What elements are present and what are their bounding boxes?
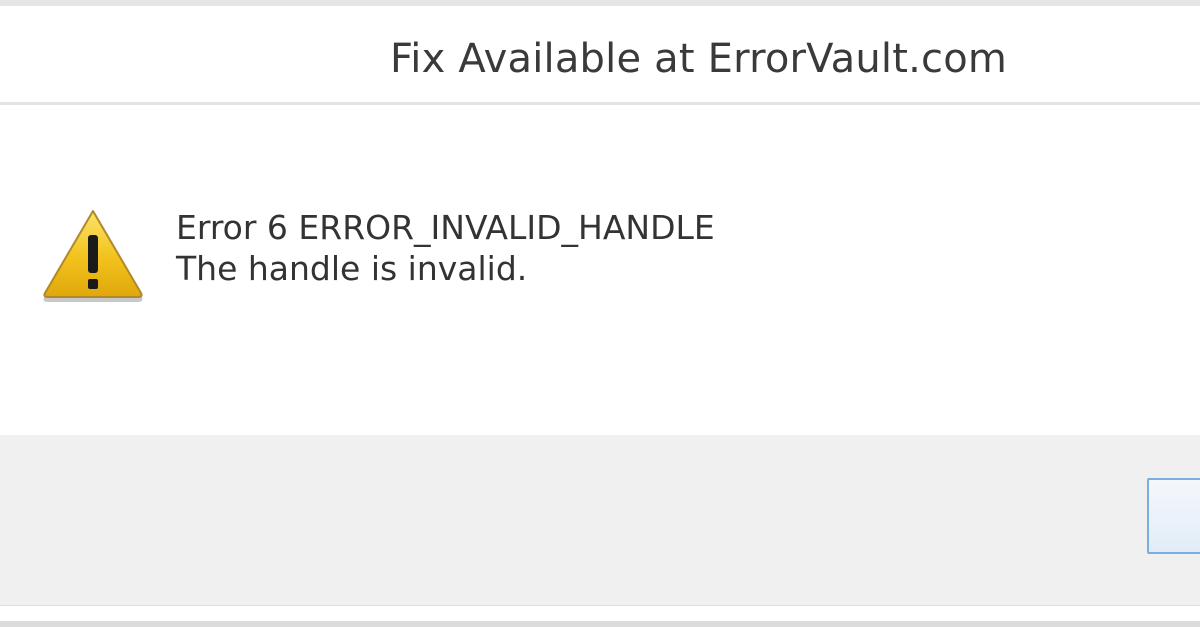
title-bar[interactable]: Fix Available at ErrorVault.com bbox=[0, 6, 1200, 105]
error-code-line: Error 6 ERROR_INVALID_HANDLE bbox=[176, 208, 715, 247]
window-bottom-bar bbox=[0, 621, 1200, 627]
dialog-content: Error 6 ERROR_INVALID_HANDLE The handle … bbox=[0, 105, 1200, 435]
ok-button[interactable] bbox=[1147, 478, 1200, 554]
error-description: The handle is invalid. bbox=[176, 249, 528, 288]
error-dialog: Fix Available at ErrorVault.com Error 6 … bbox=[0, 0, 1200, 627]
dialog-footer bbox=[0, 435, 1200, 605]
warning-icon bbox=[43, 210, 143, 302]
error-message: Error 6 ERROR_INVALID_HANDLE The handle … bbox=[176, 207, 715, 289]
dialog-title: Fix Available at ErrorVault.com bbox=[390, 36, 1008, 82]
